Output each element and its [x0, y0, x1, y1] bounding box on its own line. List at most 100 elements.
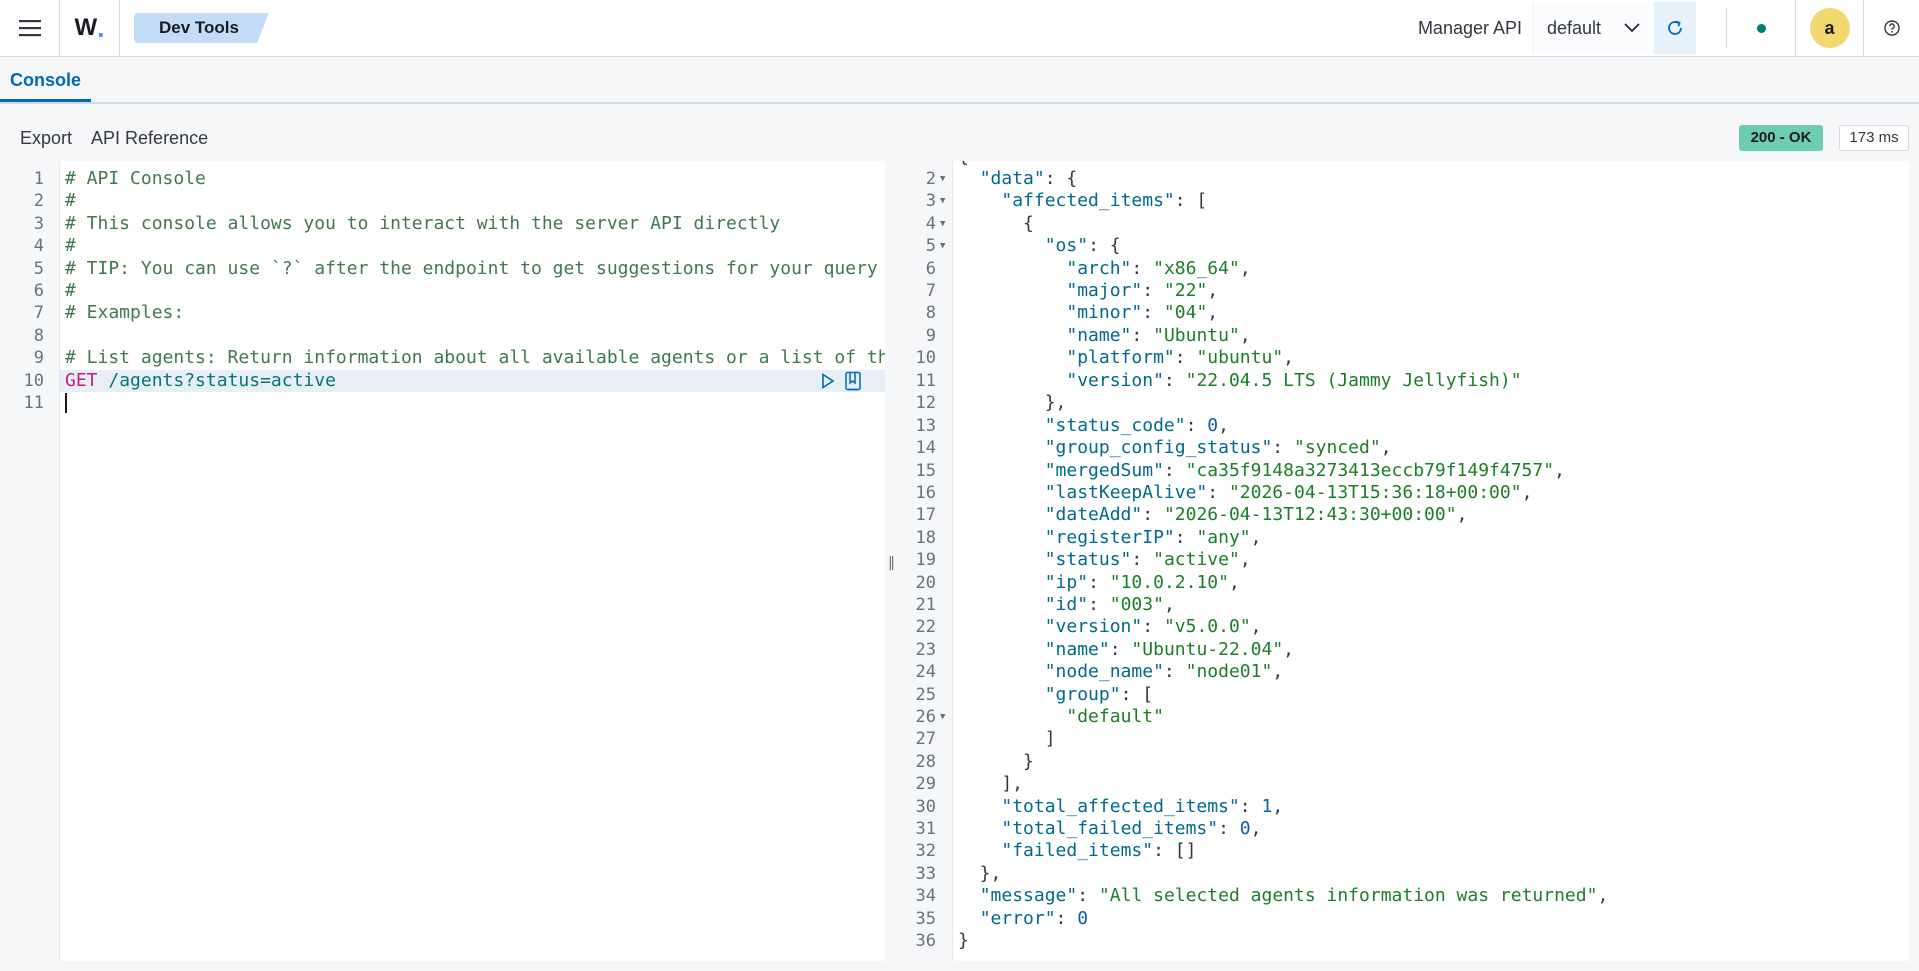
request-method: GET: [65, 370, 98, 391]
line-number: 9: [33, 348, 44, 368]
play-icon[interactable]: [821, 373, 835, 389]
line-number: 28: [915, 752, 936, 772]
json-line: "group": [: [1044, 684, 1154, 705]
json-value: active: [1163, 549, 1229, 570]
line-number: 15: [915, 461, 936, 481]
line-number: 3: [33, 214, 44, 234]
logo-text: W: [74, 14, 98, 41]
json-value: Ubuntu-22.04: [1142, 639, 1273, 660]
line-number: 27: [915, 729, 936, 749]
json-value: 22: [1174, 280, 1197, 301]
request-gutter: 1 2 3 4 5 6 7 8 9 10 11: [10, 161, 60, 961]
line-number: 25: [915, 685, 936, 705]
fold-arrow-icon[interactable]: ▼: [940, 213, 945, 235]
panel-resize-handle[interactable]: ‖: [888, 555, 895, 571]
menu-button[interactable]: [0, 0, 60, 57]
line-number: 13: [915, 416, 936, 436]
request-editor[interactable]: 1 2 3 4 5 6 7 8 9 10 11 # API Console # …: [10, 161, 885, 961]
top-header: W. Dev Tools Manager API default a: [0, 0, 1919, 57]
tab-bar: Console: [0, 58, 1919, 104]
json-line: "error": 0: [979, 908, 1089, 929]
fold-arrow-icon[interactable]: ▼: [940, 168, 945, 190]
export-button[interactable]: Export: [20, 128, 72, 149]
json-value: 0: [1239, 818, 1251, 839]
code-line: #: [65, 280, 76, 301]
json-line: "total_affected_items": 1,: [1001, 796, 1284, 817]
json-line: "name": "Ubuntu",: [1066, 325, 1251, 346]
json-value: 22.04.5 LTS (Jammy Jellyfish): [1196, 370, 1511, 391]
user-menu[interactable]: a: [1795, 0, 1863, 57]
line-number: 23: [915, 640, 936, 660]
json-line: "dateAdd": "2026-04-13T12:43:30+00:00",: [1044, 504, 1468, 525]
json-line: "major": "22",: [1066, 280, 1219, 301]
avatar: a: [1809, 8, 1850, 48]
line-number: 16: [915, 483, 936, 503]
line-number: 4: [925, 214, 936, 234]
code-line: # List agents: Return information about …: [65, 347, 885, 368]
api-label: Manager API: [1417, 17, 1522, 38]
health-status[interactable]: [1727, 0, 1795, 57]
line-number: 31: [915, 819, 936, 839]
docs-icon[interactable]: [844, 371, 862, 391]
json-line: ]: [958, 728, 1056, 749]
line-number: 11: [23, 393, 44, 413]
json-line: {: [958, 161, 969, 168]
request-line: GET /agents?status=active: [65, 370, 336, 392]
line-number: 2: [33, 191, 44, 211]
fold-arrow-icon[interactable]: ▼: [940, 706, 945, 728]
json-line: }: [958, 751, 1034, 772]
api-select-value: default: [1547, 17, 1602, 38]
json-value: Ubuntu: [1163, 325, 1229, 346]
code-line: # API Console: [65, 168, 206, 189]
json-value: synced: [1304, 437, 1370, 458]
json-line: "message": "All selected agents informat…: [979, 885, 1609, 906]
json-line: "status": "active",: [1044, 549, 1251, 570]
line-number: 24: [915, 662, 936, 682]
code-line: # This console allows you to interact wi…: [65, 213, 781, 234]
line-number: 34: [915, 886, 936, 906]
json-value: 2026-04-13T12:43:30+00:00: [1174, 504, 1446, 525]
code-line: # Examples:: [65, 302, 185, 323]
line-number: 22: [915, 617, 936, 637]
json-line: "data": {: [979, 168, 1078, 189]
json-line: "version": "v5.0.0",: [1044, 616, 1262, 637]
line-number: 10: [915, 348, 936, 368]
json-line: "platform": "ubuntu",: [1066, 347, 1294, 368]
json-line: "node_name": "node01",: [1044, 661, 1284, 682]
json-line: "registerIP": "any",: [1044, 527, 1262, 548]
json-line: "ip": "10.0.2.10",: [1044, 572, 1240, 593]
app-logo[interactable]: W.: [60, 0, 120, 57]
help-button[interactable]: [1863, 0, 1919, 57]
json-value: All selected agents information was retu…: [1109, 885, 1587, 906]
line-number: 10: [23, 371, 44, 391]
fold-arrow-icon[interactable]: ▼: [940, 235, 945, 257]
json-line: "name": "Ubuntu-22.04",: [1044, 639, 1294, 660]
api-select[interactable]: default: [1532, 2, 1654, 54]
response-editor: 2 3 4 5 6 7 8 9 10 11 12 13 14 15 16 17 …: [902, 161, 1909, 961]
line-number: 6: [33, 281, 44, 301]
json-line: "total_failed_items": 0,: [1001, 818, 1262, 839]
code-line: #: [65, 235, 76, 256]
line-number: 33: [915, 864, 936, 884]
json-value: ubuntu: [1207, 347, 1273, 368]
refresh-button[interactable]: [1654, 2, 1696, 54]
line-number: 8: [925, 303, 936, 323]
help-icon: [1883, 20, 1900, 36]
fold-arrow-icon[interactable]: ▼: [940, 190, 945, 212]
code-line: # TIP: You can use `?` after the endpoin…: [65, 258, 885, 279]
json-value: 1: [1261, 796, 1273, 817]
refresh-icon: [1668, 20, 1682, 35]
api-reference-button[interactable]: API Reference: [91, 128, 208, 149]
console-toolbar: Export API Reference: [0, 118, 1919, 158]
tab-console[interactable]: Console: [0, 58, 92, 102]
chevron-down-icon: [1624, 23, 1640, 33]
json-line: "os": {: [1044, 235, 1121, 256]
json-value: 04: [1174, 302, 1197, 323]
breadcrumb-dev-tools[interactable]: Dev Tools: [134, 13, 269, 43]
json-value: default: [1077, 706, 1154, 727]
line-number: 5: [33, 259, 44, 279]
menu-icon: [18, 20, 41, 37]
status-badge: 200 - OK: [1739, 125, 1823, 151]
line-number: 18: [915, 528, 936, 548]
json-line: "arch": "x86_64",: [1066, 258, 1251, 279]
